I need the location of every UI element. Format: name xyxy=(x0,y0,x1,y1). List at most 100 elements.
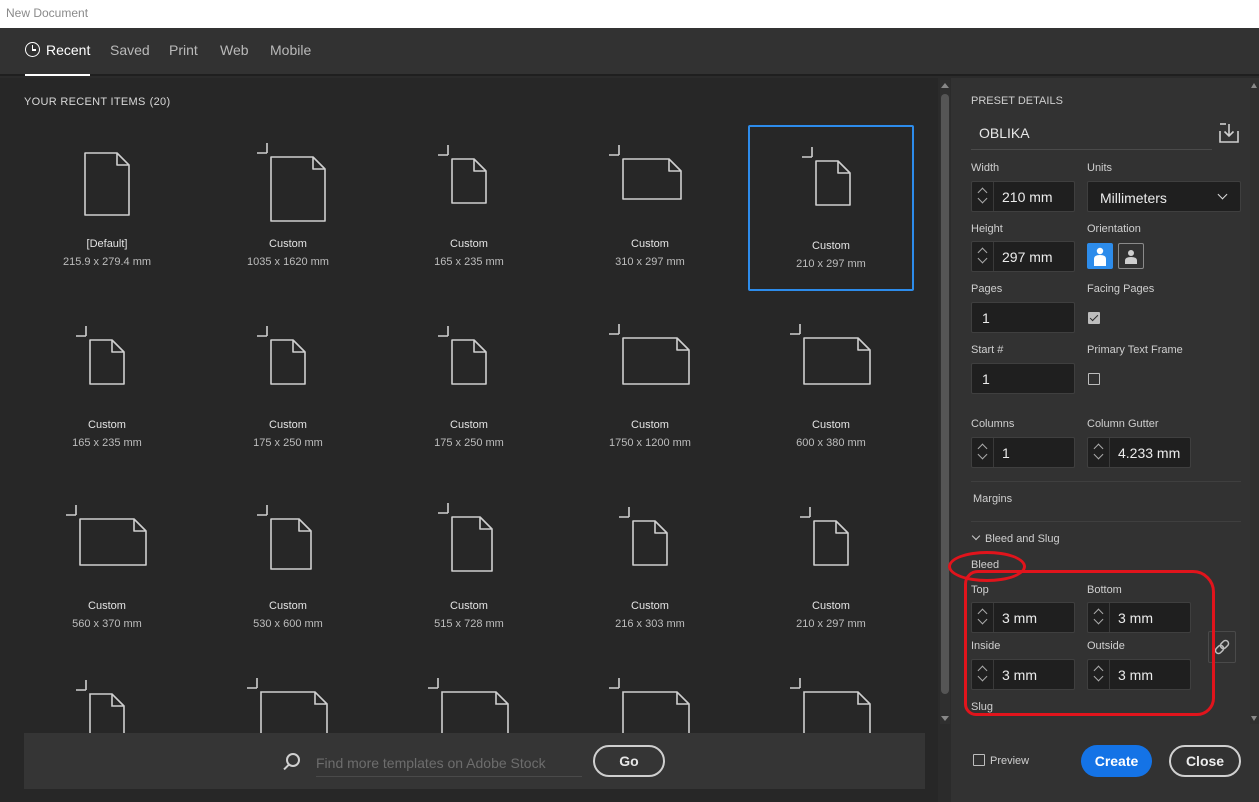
pages-field[interactable]: 1 xyxy=(971,302,1075,333)
recent-item-size: 216 x 303 mm xyxy=(615,618,685,630)
recent-item-name: Custom xyxy=(450,600,488,612)
bleed-top-stepper[interactable]: 3 mm xyxy=(971,602,1075,633)
bleed-inside-value: 3 mm xyxy=(1002,667,1037,683)
stepper-arrows-icon[interactable] xyxy=(1088,603,1110,632)
document-icon xyxy=(800,507,849,566)
portrait-orientation-button[interactable] xyxy=(1087,243,1113,269)
document-icon xyxy=(438,145,487,204)
recent-item-tile[interactable]: Custom 1750 x 1200 mm xyxy=(567,306,733,472)
landscape-icon xyxy=(1125,250,1137,264)
recent-item-name: Custom xyxy=(812,600,850,612)
chevron-down-icon xyxy=(971,531,981,541)
recent-items-heading: YOUR RECENT ITEMS (20) xyxy=(24,96,171,108)
columns-stepper[interactable]: 1 xyxy=(971,437,1075,468)
tab-mobile[interactable]: Mobile xyxy=(270,42,311,76)
height-value: 297 mm xyxy=(1002,249,1053,265)
recent-item-tile[interactable]: [Default] 215.9 x 279.4 mm xyxy=(24,125,190,291)
preset-panel-scrollbar[interactable] xyxy=(1250,80,1259,724)
recent-item-tile[interactable]: Custom 515 x 728 mm xyxy=(386,487,552,653)
recent-item-name: Custom xyxy=(812,419,850,431)
columns-label: Columns xyxy=(971,418,1015,430)
close-button[interactable]: Close xyxy=(1169,745,1241,777)
bleed-bottom-stepper[interactable]: 3 mm xyxy=(1087,602,1191,633)
link-bleed-values-button[interactable] xyxy=(1208,631,1236,663)
height-stepper[interactable]: 297 mm xyxy=(971,241,1075,272)
recent-item-name: Custom xyxy=(269,419,307,431)
landscape-orientation-button[interactable] xyxy=(1118,243,1144,269)
recent-item-tile[interactable]: Custom 1035 x 1620 mm xyxy=(205,125,371,291)
document-icon xyxy=(802,147,851,206)
recent-item-tile[interactable]: Custom 175 x 250 mm xyxy=(205,306,371,472)
stepper-arrows-icon[interactable] xyxy=(1088,660,1110,689)
scroll-up-icon[interactable] xyxy=(1251,83,1257,88)
recent-item-size: 600 x 380 mm xyxy=(796,437,866,449)
document-icon xyxy=(438,326,487,385)
scroll-up-icon[interactable] xyxy=(941,83,949,88)
recent-item-size: 560 x 370 mm xyxy=(72,618,142,630)
width-stepper[interactable]: 210 mm xyxy=(971,181,1075,212)
column-gutter-stepper[interactable]: 4.233 mm xyxy=(1087,437,1191,468)
recent-item-size: 1035 x 1620 mm xyxy=(247,256,329,268)
tab-print[interactable]: Print xyxy=(169,42,198,76)
facing-pages-checkbox[interactable] xyxy=(1088,312,1100,324)
margins-section-toggle[interactable]: Margins xyxy=(973,493,1012,505)
recent-item-tile[interactable]: Custom 600 x 380 mm xyxy=(748,306,914,472)
stepper-arrows-icon[interactable] xyxy=(972,603,994,632)
column-gutter-value: 4.233 mm xyxy=(1118,445,1181,461)
preview-option[interactable]: Preview xyxy=(973,754,1029,767)
bleed-bottom-value: 3 mm xyxy=(1118,610,1153,626)
tab-label: Recent xyxy=(46,42,91,58)
recent-item-size: 175 x 250 mm xyxy=(253,437,323,449)
scroll-down-icon[interactable] xyxy=(1251,716,1257,721)
recent-items-scrollbar[interactable] xyxy=(940,80,950,724)
bleed-inside-label: Inside xyxy=(971,640,1001,652)
stepper-arrows-icon[interactable] xyxy=(972,438,994,467)
chevron-down-icon xyxy=(1217,189,1228,200)
bleed-inside-stepper[interactable]: 3 mm xyxy=(971,659,1075,690)
recent-item-name: Custom xyxy=(269,600,307,612)
primary-text-frame-checkbox[interactable] xyxy=(1088,373,1100,385)
document-icon xyxy=(76,326,125,385)
stepper-arrows-icon[interactable] xyxy=(972,242,994,271)
recent-items-count: (20) xyxy=(149,96,171,108)
recent-item-tile[interactable]: Custom 216 x 303 mm xyxy=(567,487,733,653)
stepper-arrows-icon[interactable] xyxy=(1088,438,1110,467)
recent-item-tile[interactable]: Custom 165 x 235 mm xyxy=(386,125,552,291)
bleed-outside-stepper[interactable]: 3 mm xyxy=(1087,659,1191,690)
units-select[interactable]: Millimeters xyxy=(1087,181,1241,212)
tab-recent[interactable]: Recent xyxy=(25,42,91,76)
recent-item-tile[interactable]: Custom 210 x 297 mm xyxy=(748,125,914,291)
stepper-arrows-icon[interactable] xyxy=(972,182,994,211)
bleed-and-slug-section-toggle[interactable]: Bleed and Slug xyxy=(971,531,1060,545)
recent-item-tile[interactable]: Custom 175 x 250 mm xyxy=(386,306,552,472)
document-icon xyxy=(609,678,690,734)
preview-checkbox[interactable] xyxy=(973,754,985,766)
recent-item-name: Custom xyxy=(88,419,126,431)
scrollbar-thumb[interactable] xyxy=(941,94,949,694)
columns-value: 1 xyxy=(1002,445,1010,461)
recent-item-name: [Default] xyxy=(86,238,128,250)
recent-item-tile[interactable]: Custom 310 x 297 mm xyxy=(567,125,733,291)
tab-saved[interactable]: Saved xyxy=(110,42,150,76)
tab-web[interactable]: Web xyxy=(220,42,249,76)
recent-item-size: 1750 x 1200 mm xyxy=(609,437,691,449)
recent-item-name: Custom xyxy=(631,238,669,250)
create-button[interactable]: Create xyxy=(1081,745,1152,777)
recent-item-tile[interactable]: Custom 210 x 297 mm xyxy=(748,487,914,653)
preset-name-field[interactable]: OBLIKA xyxy=(971,120,1212,150)
go-button[interactable]: Go xyxy=(593,745,665,777)
start-number-field[interactable]: 1 xyxy=(971,363,1075,394)
stepper-arrows-icon[interactable] xyxy=(972,660,994,689)
start-number-value: 1 xyxy=(982,371,990,387)
save-preset-icon[interactable] xyxy=(1218,122,1240,144)
scroll-down-icon[interactable] xyxy=(941,716,949,721)
recent-item-tile[interactable]: Custom 560 x 370 mm xyxy=(24,487,190,653)
template-search-bar: Go xyxy=(24,733,925,789)
template-search-input[interactable] xyxy=(316,749,582,777)
document-icon xyxy=(84,152,130,216)
pages-value: 1 xyxy=(982,310,990,326)
recent-item-size: 530 x 600 mm xyxy=(253,618,323,630)
recent-item-tile[interactable]: Custom 530 x 600 mm xyxy=(205,487,371,653)
recent-item-name: Custom xyxy=(269,238,307,250)
recent-item-tile[interactable]: Custom 165 x 235 mm xyxy=(24,306,190,472)
